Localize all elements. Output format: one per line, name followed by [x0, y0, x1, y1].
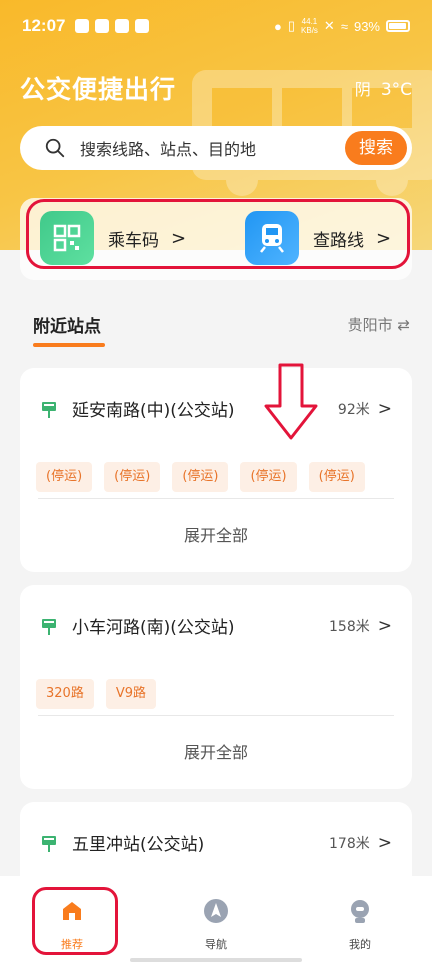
station-name: 小车河路(南)(公交站) — [72, 618, 235, 638]
search-bar[interactable]: 搜索线路、站点、目的地 搜索 — [20, 126, 412, 170]
boarding-code-label: 乘车码 — [108, 230, 159, 251]
bus-stop-icon — [42, 835, 56, 852]
home-indicator — [130, 958, 302, 962]
search-input[interactable]: 搜索线路、站点、目的地 — [80, 136, 345, 160]
route-search-label: 查路线 — [313, 230, 364, 251]
route-tags: (停运) (停运) (停运) (停运) (停运) — [36, 462, 365, 492]
search-button[interactable]: 搜索 — [345, 131, 407, 165]
weather-temperature: 3°C — [380, 80, 412, 100]
network-speed-unit: KB/s — [301, 26, 318, 35]
station-distance: 178米 — [329, 835, 370, 852]
status-time: 12:07 — [22, 16, 66, 35]
mail-icon — [75, 19, 90, 33]
route-tag[interactable]: V9路 — [105, 679, 156, 709]
city-switch[interactable]: 贵阳市 ⇄ — [348, 314, 410, 335]
battery-percent: 93% — [353, 18, 380, 34]
station-distance: 158米 — [329, 618, 370, 635]
qr-code-icon — [40, 211, 94, 265]
bus-stop-icon — [42, 401, 56, 418]
route-search-button[interactable]: 查路线 > — [245, 208, 391, 268]
station-header[interactable]: 延安南路(中)(公交站) 92米 > — [40, 396, 392, 421]
home-icon — [63, 902, 81, 920]
wallet-icon — [115, 19, 130, 33]
route-tag[interactable]: (停运) — [104, 462, 161, 492]
app-icon — [135, 19, 150, 33]
station-card[interactable]: 小车河路(南)(公交站) 158米 > 320路 V9路 展开全部 — [20, 585, 412, 789]
tab-recommend[interactable]: 推荐 — [32, 898, 112, 952]
expand-all-button[interactable]: 展开全部 — [20, 522, 412, 546]
divider — [38, 715, 394, 716]
route-tag[interactable]: (停运) — [172, 462, 229, 492]
route-tag[interactable]: (停运) — [308, 462, 365, 492]
train-icon — [245, 211, 299, 265]
sim-icon: ✕ — [323, 18, 335, 33]
search-icon — [45, 138, 65, 158]
station-header[interactable]: 五里冲站(公交站) 178米 > — [40, 830, 392, 855]
section-underline — [33, 343, 105, 347]
vibrate-icon: ▯ — [287, 18, 296, 33]
chevron-right-icon: > — [377, 832, 392, 853]
bus-illustration — [192, 70, 432, 196]
station-card[interactable]: 延安南路(中)(公交站) 92米 > (停运) (停运) (停运) (停运) (… — [20, 368, 412, 572]
station-name: 五里冲站(公交站) — [72, 835, 205, 855]
chevron-right-icon: > — [171, 227, 187, 249]
tab-profile[interactable]: 我的 — [320, 898, 400, 952]
status-bar: 12:07 ● ▯ 44.1 KB/s ✕ ≈ 93% — [0, 0, 432, 52]
tab-label: 我的 — [349, 938, 371, 951]
annotation-arrow-down — [264, 363, 318, 440]
station-name: 延安南路(中)(公交站) — [72, 401, 235, 421]
page-title: 公交便捷出行 — [20, 75, 177, 104]
tab-label: 导航 — [205, 938, 227, 951]
chevron-right-icon: > — [377, 615, 392, 636]
chevron-right-icon: > — [377, 398, 392, 419]
profile-icon — [351, 900, 369, 923]
divider — [38, 498, 394, 499]
nearby-section-header: 附近站点 — [33, 312, 105, 347]
station-header[interactable]: 小车河路(南)(公交站) 158米 > — [40, 613, 392, 638]
tab-label: 推荐 — [61, 938, 83, 951]
route-tag[interactable]: 320路 — [36, 679, 94, 709]
network-speed: 44.1 KB/s — [301, 17, 318, 35]
station-distance: 92米 — [337, 401, 370, 418]
route-tag[interactable]: (停运) — [36, 462, 93, 492]
weather-condition: 阴 — [354, 80, 371, 99]
tab-navigation[interactable]: 导航 — [176, 898, 256, 952]
alipay-icon — [95, 19, 110, 33]
compass-icon — [204, 899, 228, 923]
nearby-title: 附近站点 — [33, 317, 101, 337]
bus-stop-icon — [42, 618, 56, 635]
weather-info: 阴 3°C — [355, 76, 412, 100]
route-tags: 320路 V9路 — [36, 679, 156, 709]
quick-actions-card: 乘车码 > 查路线 > — [20, 198, 412, 280]
route-tag[interactable]: (停运) — [240, 462, 297, 492]
network-speed-value: 44.1 — [301, 17, 318, 26]
expand-all-button[interactable]: 展开全部 — [20, 739, 412, 763]
location-icon: ● — [274, 18, 282, 34]
bottom-tab-bar: 推荐 导航 我的 — [0, 876, 432, 964]
boarding-code-button[interactable]: 乘车码 > — [40, 208, 186, 268]
wifi-icon: ≈ — [340, 18, 348, 34]
battery-icon — [386, 20, 410, 32]
chevron-right-icon: > — [376, 227, 392, 249]
